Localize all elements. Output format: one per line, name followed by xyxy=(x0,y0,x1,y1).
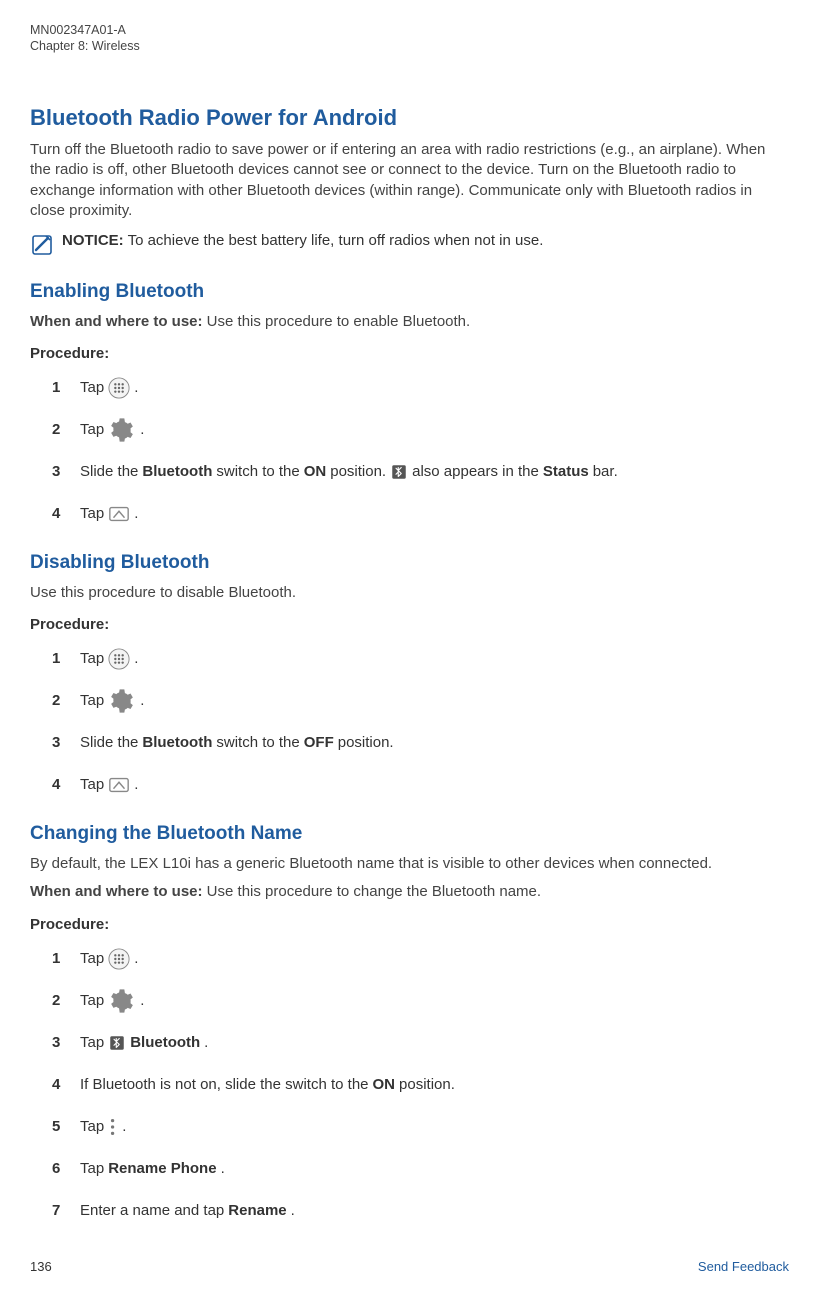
step: 4 Tap . xyxy=(52,500,789,528)
step-text: Tap . xyxy=(80,416,144,444)
wwtu-text: Use this procedure to enable Bluetooth. xyxy=(203,313,471,330)
page-footer: 136 Send Feedback xyxy=(30,1258,789,1276)
step-num: 1 xyxy=(52,378,66,398)
step-text: Enter a name and tap Rename. xyxy=(80,1201,295,1221)
step-text: Slide the Bluetooth switch to the OFF po… xyxy=(80,733,394,753)
step-text: Tap . xyxy=(80,503,138,525)
step: 2 Tap . xyxy=(52,687,789,715)
send-feedback-link[interactable]: Send Feedback xyxy=(698,1258,789,1276)
home-icon xyxy=(108,774,130,796)
step-num: 2 xyxy=(52,691,66,711)
settings-icon xyxy=(108,987,136,1015)
page-number: 136 xyxy=(30,1258,52,1276)
step: 6 Tap Rename Phone. xyxy=(52,1155,789,1183)
section4-intro: By default, the LEX L10i has a generic B… xyxy=(30,854,789,874)
bluetooth-icon xyxy=(108,1034,126,1052)
overflow-icon xyxy=(108,1116,118,1138)
notice-row: NOTICE: To achieve the best battery life… xyxy=(30,231,789,257)
notice-icon xyxy=(30,233,54,257)
section4-wwtu: When and where to use: Use this procedur… xyxy=(30,882,789,902)
section3-intro: Use this procedure to disable Bluetooth. xyxy=(30,583,789,603)
step: 1 Tap . xyxy=(52,374,789,402)
section-title-enabling: Enabling Bluetooth xyxy=(30,279,789,305)
step-text: Tap . xyxy=(80,774,138,796)
section2-wwtu: When and where to use: Use this procedur… xyxy=(30,312,789,332)
step-text: Tap Rename Phone. xyxy=(80,1159,225,1179)
settings-icon xyxy=(108,687,136,715)
settings-icon xyxy=(108,416,136,444)
step: 3 Slide the Bluetooth switch to the OFF … xyxy=(52,729,789,757)
step: 1 Tap . xyxy=(52,945,789,973)
section-title-bt-power: Bluetooth Radio Power for Android xyxy=(30,103,789,133)
procedure-label: Procedure: xyxy=(30,915,789,935)
step-text: Tap . xyxy=(80,1116,126,1138)
step-num: 7 xyxy=(52,1201,66,1221)
bluetooth-icon xyxy=(390,463,408,481)
step-num: 3 xyxy=(52,462,66,482)
notice-text: To achieve the best battery life, turn o… xyxy=(124,232,544,249)
step-num: 4 xyxy=(52,504,66,524)
step: 1 Tap . xyxy=(52,645,789,673)
home-icon xyxy=(108,503,130,525)
step-num: 1 xyxy=(52,949,66,969)
step-num: 4 xyxy=(52,775,66,795)
step: 2 Tap . xyxy=(52,987,789,1015)
step-num: 2 xyxy=(52,420,66,440)
apps-icon xyxy=(108,377,130,399)
apps-icon xyxy=(108,648,130,670)
notice-text-wrap: NOTICE: To achieve the best battery life… xyxy=(62,231,543,251)
section-title-changing: Changing the Bluetooth Name xyxy=(30,821,789,847)
procedure-label: Procedure: xyxy=(30,344,789,364)
doc-id: MN002347A01-A xyxy=(30,22,789,38)
step-num: 2 xyxy=(52,991,66,1011)
step-num: 6 xyxy=(52,1159,66,1179)
step: 7 Enter a name and tap Rename. xyxy=(52,1197,789,1225)
changing-steps: 1 Tap . 2 Tap . 3 Tap Bluetooth. 4 If Bl… xyxy=(30,945,789,1225)
notice-label: NOTICE: xyxy=(62,232,124,249)
step-num: 4 xyxy=(52,1075,66,1095)
step: 3 Tap Bluetooth. xyxy=(52,1029,789,1057)
step-text: Tap Bluetooth. xyxy=(80,1033,208,1053)
procedure-label: Procedure: xyxy=(30,615,789,635)
step-text: Tap . xyxy=(80,948,138,970)
chapter-line: Chapter 8: Wireless xyxy=(30,38,789,54)
step-text: Tap . xyxy=(80,648,138,670)
step-text: Tap . xyxy=(80,687,144,715)
wwtu-label: When and where to use: xyxy=(30,883,203,900)
wwtu-label: When and where to use: xyxy=(30,313,203,330)
step-num: 1 xyxy=(52,649,66,669)
enabling-steps: 1 Tap . 2 Tap . 3 Slide the Bluetooth sw… xyxy=(30,374,789,528)
step: 5 Tap . xyxy=(52,1113,789,1141)
step: 4 Tap . xyxy=(52,771,789,799)
step-text: If Bluetooth is not on, slide the switch… xyxy=(80,1075,455,1095)
disabling-steps: 1 Tap . 2 Tap . 3 Slide the Bluetooth sw… xyxy=(30,645,789,799)
step: 4 If Bluetooth is not on, slide the swit… xyxy=(52,1071,789,1099)
step: 2 Tap . xyxy=(52,416,789,444)
section1-intro: Turn off the Bluetooth radio to save pow… xyxy=(30,140,789,221)
step-text: Tap . xyxy=(80,987,144,1015)
wwtu-text: Use this procedure to change the Bluetoo… xyxy=(203,883,542,900)
apps-icon xyxy=(108,948,130,970)
step-num: 3 xyxy=(52,1033,66,1053)
step-num: 5 xyxy=(52,1117,66,1137)
step-text: Tap . xyxy=(80,377,138,399)
step-text: Slide the Bluetooth switch to the ON pos… xyxy=(80,462,618,482)
page-header: MN002347A01-A Chapter 8: Wireless xyxy=(30,22,789,55)
step-num: 3 xyxy=(52,733,66,753)
section-title-disabling: Disabling Bluetooth xyxy=(30,550,789,576)
step: 3 Slide the Bluetooth switch to the ON p… xyxy=(52,458,789,486)
